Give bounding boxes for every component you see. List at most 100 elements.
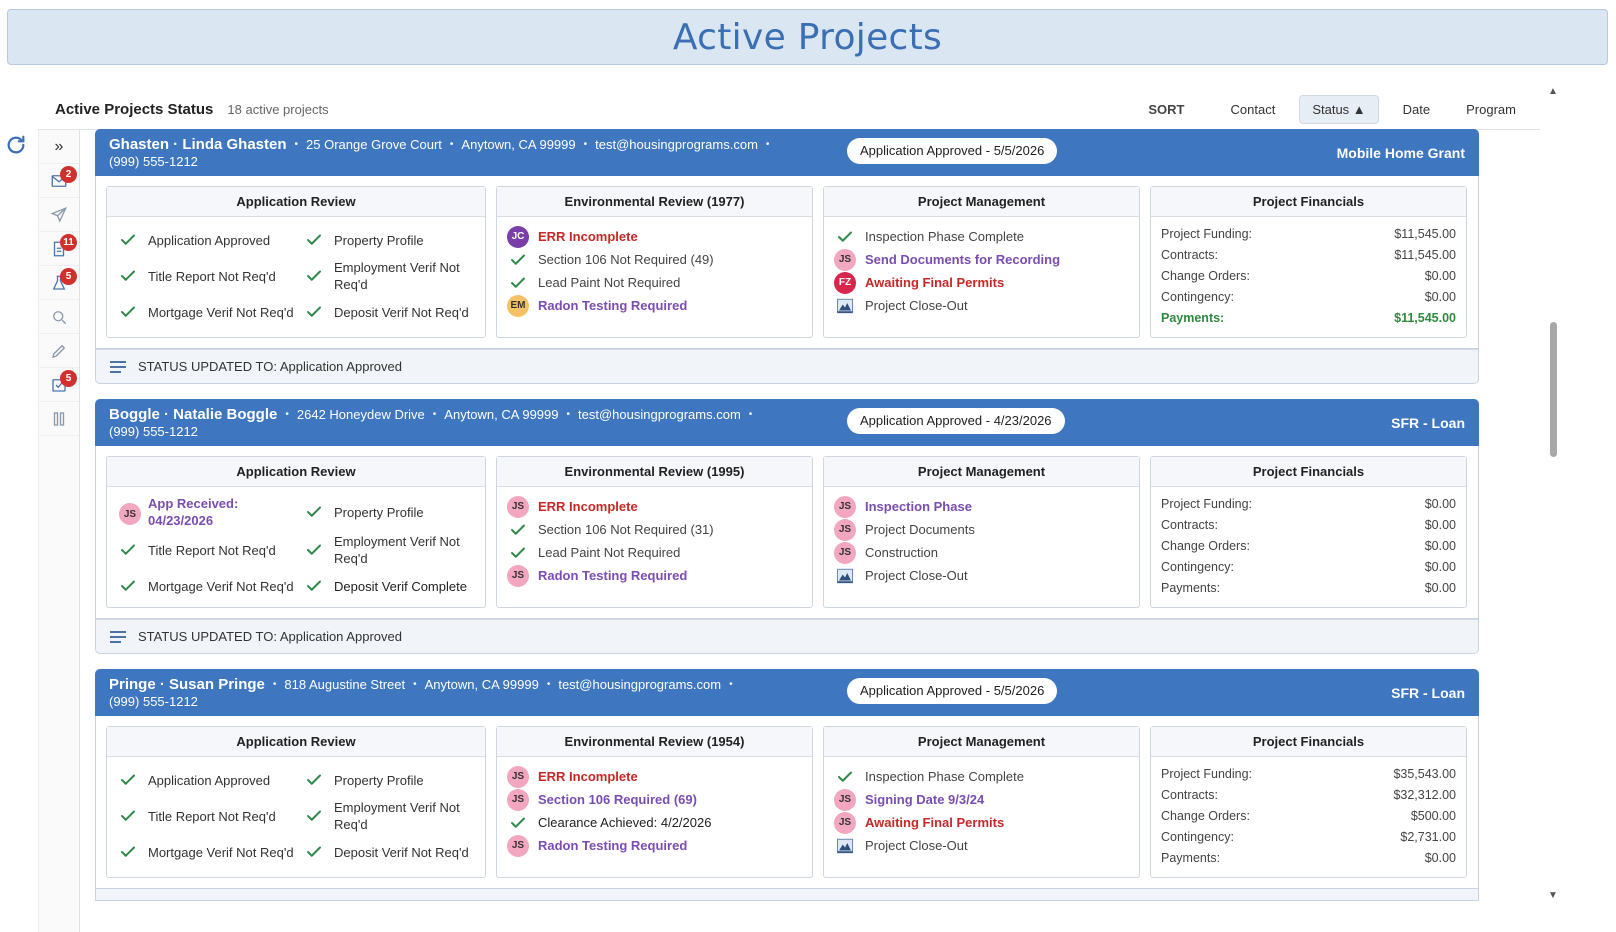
review-item[interactable]: Application Approved — [119, 225, 305, 255]
env-item[interactable]: Lead Paint Not Required — [507, 271, 812, 294]
review-item[interactable]: Employment Verif Not Req'd — [305, 259, 485, 293]
env-item[interactable]: JS Section 106 Required (69) — [507, 788, 812, 811]
project-header[interactable]: Pringe · Susan Pringe • 818 Augustine Stre… — [95, 669, 1479, 716]
pm-item[interactable]: Project Close-Out — [834, 834, 1139, 857]
env-item[interactable]: JC ERR Incomplete — [507, 225, 812, 248]
review-item[interactable]: Employment Verif Not Req'd — [305, 533, 485, 567]
rail-send[interactable] — [39, 198, 79, 232]
rail-edit[interactable] — [39, 334, 79, 368]
pm-item[interactable]: Project Close-Out — [834, 564, 1139, 587]
review-item[interactable]: JS App Received: 04/23/2026 — [119, 495, 305, 529]
sort-contact-button[interactable]: Contact — [1219, 96, 1288, 123]
project-header[interactable]: Ghasten · Linda Ghasten • 25 Orange Grove … — [95, 129, 1479, 176]
avatar[interactable]: JS — [834, 811, 856, 834]
avatar[interactable]: JS — [119, 503, 141, 525]
env-item[interactable]: JS ERR Incomplete — [507, 765, 812, 788]
status-update-bar[interactable] — [95, 889, 1479, 901]
pm-item-label: Awaiting Final Permits — [865, 275, 1005, 290]
review-item[interactable]: Mortgage Verif Not Req'd — [119, 571, 305, 601]
avatar[interactable]: JS — [834, 541, 856, 564]
env-item[interactable]: Section 106 Not Required (31) — [507, 518, 812, 541]
avatar[interactable]: JS — [834, 248, 856, 271]
pm-item[interactable]: JS Inspection Phase — [834, 495, 1139, 518]
review-item[interactable]: Property Profile — [305, 495, 485, 529]
env-item[interactable]: Section 106 Not Required (49) — [507, 248, 812, 271]
review-item-label: Employment Verif Not Req'd — [334, 800, 460, 832]
avatar[interactable]: JS — [834, 495, 856, 518]
pm-item[interactable]: Inspection Phase Complete — [834, 225, 1139, 248]
review-item[interactable]: Title Report Not Req'd — [119, 533, 305, 567]
client-phone[interactable]: (999) 555-1212 — [109, 424, 1465, 439]
rail-lab[interactable]: 5 — [39, 266, 79, 300]
status-update-bar[interactable]: STATUS UPDATED TO: Application Approved — [95, 619, 1479, 654]
avatar[interactable]: JS — [834, 518, 856, 541]
env-item[interactable]: JS Radon Testing Required — [507, 834, 812, 857]
scroll-down-arrow-icon[interactable]: ▼ — [1548, 890, 1558, 901]
client-email[interactable]: test@housingprograms.com — [578, 407, 741, 422]
expand-rail-button[interactable]: » — [39, 130, 79, 164]
rail-documents[interactable]: 11 — [39, 232, 79, 266]
avatar[interactable]: FZ — [834, 271, 856, 294]
tasks-badge: 5 — [60, 370, 77, 387]
avatar[interactable]: JC — [507, 225, 529, 248]
rail-mail[interactable]: 2 — [39, 164, 79, 198]
review-item[interactable]: Property Profile — [305, 225, 485, 255]
pm-item[interactable]: Inspection Phase Complete — [834, 765, 1139, 788]
avatar[interactable]: JS — [507, 495, 529, 518]
scrollbar[interactable]: ▲ ▼ — [1548, 86, 1560, 932]
avatar[interactable]: JS — [834, 788, 856, 811]
review-item[interactable]: Mortgage Verif Not Req'd — [119, 837, 305, 867]
env-item-label: ERR Incomplete — [538, 499, 638, 514]
client-name[interactable]: Pringe · Susan Pringe — [109, 676, 265, 693]
client-email[interactable]: test@housingprograms.com — [558, 677, 721, 692]
project-header[interactable]: Boggle · Natalie Boggle • 2642 Honeydew Dr… — [95, 399, 1479, 446]
pm-item[interactable]: JS Project Documents — [834, 518, 1139, 541]
sort-date-button[interactable]: Date — [1391, 96, 1442, 123]
pm-item[interactable]: FZ Awaiting Final Permits — [834, 271, 1139, 294]
card-title: Project Management — [824, 727, 1139, 757]
pm-item[interactable]: JS Send Documents for Recording — [834, 248, 1139, 271]
sort-program-button[interactable]: Program — [1454, 96, 1528, 123]
pm-item[interactable]: Project Close-Out — [834, 294, 1139, 317]
review-item[interactable]: Title Report Not Req'd — [119, 259, 305, 293]
avatar[interactable]: JS — [507, 564, 529, 587]
review-item[interactable]: Property Profile — [305, 765, 485, 795]
check-icon — [305, 503, 323, 521]
client-phone[interactable]: (999) 555-1212 — [109, 694, 1465, 709]
rail-tasks[interactable]: 5 — [39, 368, 79, 402]
review-item-label: Deposit Verif Not Req'd — [334, 844, 469, 860]
refresh-icon[interactable] — [4, 134, 28, 158]
scrollbar-thumb[interactable] — [1550, 322, 1557, 457]
rail-search[interactable] — [39, 300, 79, 334]
client-name[interactable]: Ghasten · Linda Ghasten — [109, 136, 287, 153]
review-item[interactable]: Deposit Verif Not Req'd — [305, 837, 485, 867]
client-email[interactable]: test@housingprograms.com — [595, 137, 758, 152]
avatar[interactable]: JS — [507, 834, 529, 857]
review-item[interactable]: Title Report Not Req'd — [119, 799, 305, 833]
avatar[interactable]: EM — [507, 294, 529, 317]
review-item-label: Application Approved — [148, 232, 271, 248]
client-name[interactable]: Boggle · Natalie Boggle — [109, 406, 277, 423]
review-item[interactable]: Mortgage Verif Not Req'd — [119, 297, 305, 327]
env-item[interactable]: Lead Paint Not Required — [507, 541, 812, 564]
review-item[interactable]: Employment Verif Not Req'd — [305, 799, 485, 833]
pm-item[interactable]: JS Signing Date 9/3/24 — [834, 788, 1139, 811]
client-phone[interactable]: (999) 555-1212 — [109, 154, 1465, 169]
pm-item[interactable]: JS Construction — [834, 541, 1139, 564]
sort-status-button[interactable]: Status ▲ — [1299, 95, 1379, 124]
env-item[interactable]: Clearance Achieved: 4/2/2026 — [507, 811, 812, 834]
env-item[interactable]: JS Radon Testing Required — [507, 564, 812, 587]
avatar[interactable]: JS — [507, 788, 529, 811]
review-item[interactable]: Deposit Verif Complete — [305, 571, 485, 601]
pm-item[interactable]: JS Awaiting Final Permits — [834, 811, 1139, 834]
env-item[interactable]: EM Radon Testing Required — [507, 294, 812, 317]
avatar[interactable]: JS — [507, 765, 529, 788]
closeout-icon — [834, 565, 856, 587]
status-update-bar[interactable]: STATUS UPDATED TO: Application Approved — [95, 349, 1479, 384]
review-item[interactable]: Application Approved — [119, 765, 305, 795]
scroll-up-arrow-icon[interactable]: ▲ — [1548, 86, 1558, 97]
env-item[interactable]: JS ERR Incomplete — [507, 495, 812, 518]
rail-columns[interactable] — [39, 402, 79, 436]
review-item-label: Mortgage Verif Not Req'd — [148, 844, 294, 860]
review-item[interactable]: Deposit Verif Not Req'd — [305, 297, 485, 327]
